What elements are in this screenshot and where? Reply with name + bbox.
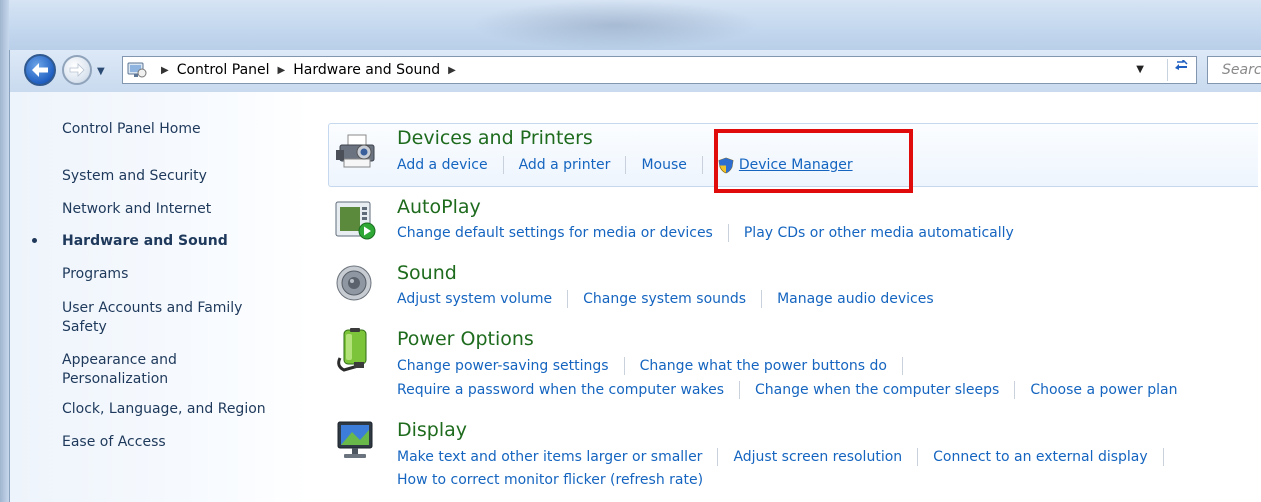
sidebar-item-appearance[interactable]: Appearance and Personalization: [62, 351, 232, 389]
sound-links: Adjust system volume Change system sound…: [397, 290, 934, 308]
active-bullet-icon: [32, 238, 37, 243]
link-separator: [717, 448, 719, 466]
address-dropdown-icon[interactable]: ▼: [1136, 64, 1144, 75]
category-title-sound[interactable]: Sound: [397, 262, 457, 284]
link-mouse[interactable]: Mouse: [641, 157, 686, 173]
link-separator: [623, 357, 625, 375]
link-separator: [902, 357, 903, 375]
link-adjust-screen-resolution[interactable]: Adjust screen resolution: [733, 449, 902, 465]
address-bar[interactable]: ▶ Control Panel ▶ Hardware and Sound ▶ ▼: [122, 56, 1197, 84]
link-separator: [625, 156, 627, 174]
breadcrumb-control-panel[interactable]: Control Panel: [177, 62, 270, 78]
sidebar-item-ease-of-access[interactable]: Ease of Access: [62, 433, 166, 452]
category-title-power-options[interactable]: Power Options: [397, 328, 534, 350]
link-separator: [1162, 448, 1164, 466]
category-title-autoplay[interactable]: AutoPlay: [397, 196, 481, 218]
sidebar-item-user-accounts[interactable]: User Accounts and Family Safety: [62, 299, 277, 337]
autoplay-icon[interactable]: [334, 200, 376, 240]
window-left-border: [0, 0, 9, 502]
breadcrumb-separator-icon[interactable]: ▶: [448, 65, 456, 76]
navigation-bar: ▼ ▶ Control Panel ▶ Hardware and Sound ▶…: [10, 50, 1261, 92]
power-links-row-1: Change power-saving settings Change what…: [397, 357, 918, 375]
link-change-power-buttons[interactable]: Change what the power buttons do: [640, 358, 887, 374]
back-button[interactable]: [24, 54, 56, 86]
link-change-sleep-time[interactable]: Change when the computer sleeps: [755, 382, 999, 398]
breadcrumb-separator-icon[interactable]: ▶: [278, 65, 286, 76]
control-panel-icon: [127, 61, 147, 79]
link-separator: [761, 290, 763, 308]
printer-icon[interactable]: [334, 133, 375, 173]
display-links-row-2: How to correct monitor flicker (refresh …: [397, 472, 703, 488]
link-separator: [1014, 381, 1016, 399]
recent-pages-dropdown-icon[interactable]: ▼: [97, 66, 105, 77]
sidebar-item-network-and-internet[interactable]: Network and Internet: [62, 200, 211, 219]
link-choose-power-plan[interactable]: Choose a power plan: [1030, 382, 1177, 398]
breadcrumb-hardware-and-sound[interactable]: Hardware and Sound: [293, 62, 440, 78]
arrow-right-icon: [69, 63, 85, 77]
arrow-left-icon: [32, 63, 48, 77]
link-monitor-flicker[interactable]: How to correct monitor flicker (refresh …: [397, 472, 703, 488]
window-titlebar: [0, 0, 1261, 50]
battery-icon[interactable]: [334, 328, 374, 372]
link-make-text-larger[interactable]: Make text and other items larger or smal…: [397, 449, 702, 465]
link-play-cds-automatically[interactable]: Play CDs or other media automatically: [744, 225, 1014, 241]
refresh-button[interactable]: [1167, 58, 1194, 81]
sidebar: Control Panel Home System and Security N…: [10, 92, 310, 502]
link-separator: [502, 156, 504, 174]
category-title-display[interactable]: Display: [397, 419, 467, 441]
sidebar-item-clock-language-region[interactable]: Clock, Language, and Region: [62, 400, 266, 419]
sidebar-item-control-panel-home[interactable]: Control Panel Home: [62, 120, 201, 139]
link-connect-external-display[interactable]: Connect to an external display: [933, 449, 1148, 465]
link-adjust-system-volume[interactable]: Adjust system volume: [397, 291, 552, 307]
autoplay-links: Change default settings for media or dev…: [397, 224, 1014, 242]
power-links-row-2: Require a password when the computer wak…: [397, 381, 1177, 399]
search-input[interactable]: Search Control Panel: [1207, 56, 1261, 84]
speaker-icon[interactable]: [334, 262, 374, 302]
display-links-row-1: Make text and other items larger or smal…: [397, 448, 1179, 466]
refresh-icon: [1175, 58, 1188, 70]
link-add-a-device[interactable]: Add a device: [397, 157, 488, 173]
link-separator: [567, 290, 569, 308]
category-title-devices-and-printers[interactable]: Devices and Printers: [397, 127, 593, 149]
monitor-icon[interactable]: [334, 420, 374, 460]
sidebar-item-programs[interactable]: Programs: [62, 265, 128, 284]
forward-button[interactable]: [62, 55, 92, 85]
link-separator: [701, 156, 703, 174]
sidebar-item-system-and-security[interactable]: System and Security: [62, 167, 207, 186]
link-change-power-saving-settings[interactable]: Change power-saving settings: [397, 358, 609, 374]
link-add-a-printer[interactable]: Add a printer: [519, 157, 611, 173]
annotation-highlight-box: [714, 129, 913, 193]
link-separator: [727, 224, 729, 242]
link-require-password-on-wake[interactable]: Require a password when the computer wak…: [397, 382, 724, 398]
link-separator: [917, 448, 919, 466]
sidebar-item-hardware-and-sound[interactable]: Hardware and Sound: [62, 232, 228, 251]
link-separator: [739, 381, 741, 399]
link-change-system-sounds[interactable]: Change system sounds: [583, 291, 746, 307]
link-manage-audio-devices[interactable]: Manage audio devices: [777, 291, 934, 307]
link-change-default-settings[interactable]: Change default settings for media or dev…: [397, 225, 713, 241]
background-blur: [470, 0, 760, 50]
breadcrumb-separator-icon[interactable]: ▶: [161, 65, 169, 76]
